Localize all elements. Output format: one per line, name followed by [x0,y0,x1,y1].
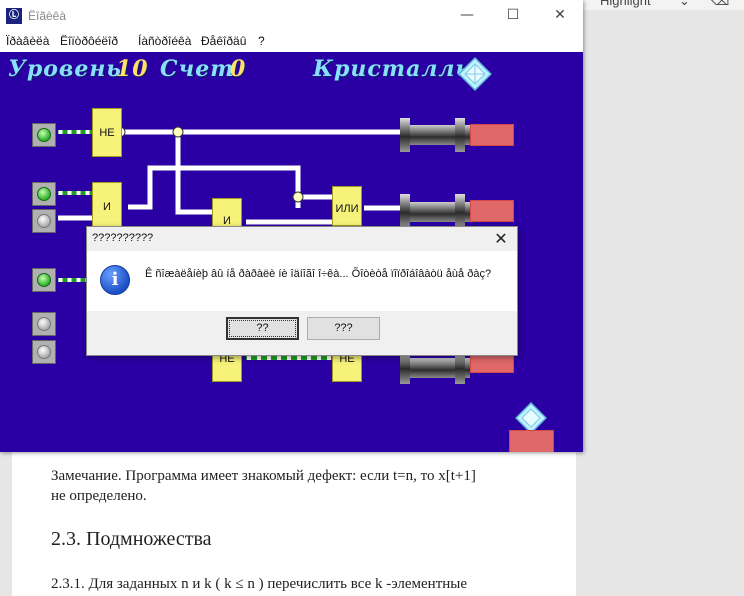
piston-cap-2a [400,194,410,228]
gate-or-1[interactable]: ИЛИ [332,186,362,226]
crystal-icon [458,57,492,91]
target-block-1 [470,124,514,146]
background-toolbar: Highlight ⌄ ⌫ [583,0,744,10]
message-dialog: ?????????? ✕ i Ê ñîæàëåíèþ âû íå ðàðàëè … [86,226,518,356]
no-button[interactable]: ??? [307,317,380,340]
target-block-2 [470,200,514,222]
eraser-icon[interactable]: ⌫ [711,0,729,9]
piston-cap-2b [455,194,465,228]
input-lamp-1[interactable] [32,123,56,147]
info-icon: i [100,265,130,295]
input-lamp-3[interactable] [32,209,56,233]
dialog-close-icon[interactable]: ✕ [491,229,511,249]
note-line-1: Замечание. Программа имеет знакомый дефе… [51,468,476,484]
dialog-message: Ê ñîæàëåíèþ âû íå ðàðàëè íè îäíîãî î÷êà.… [145,268,492,280]
document-page: Замечание. Программа имеет знакомый дефе… [12,450,576,596]
yes-button[interactable]: ?? [226,317,299,340]
input-lamp-4[interactable] [32,268,56,292]
note-line-2: не определено. [51,488,147,504]
menu-item-2[interactable]: Ëîïòðôéëîð [60,34,118,48]
minimize-button[interactable]: — [444,0,490,31]
menu-item-rules[interactable]: Ïðàâèëà [6,34,49,48]
input-lamp-2[interactable] [32,182,56,206]
input-lamp-5[interactable] [32,312,56,336]
maximize-button[interactable]: ☐ [490,0,536,31]
window-title: Ëîãèêà [28,9,67,23]
paragraph-start: 2.3.1. Для заданных n и k ( k ≤ n ) пере… [51,576,468,592]
title-bar[interactable]: Ⓛ Ëîãèêà — ☐ ✕ [0,0,583,31]
close-button[interactable]: ✕ [537,0,583,31]
menu-bar: Ïðàâèëà Ëîïòðôéëîð Íàñòðîéêà Ðåêîðäû ? [0,31,583,52]
section-heading: 2.3. Подмножества [51,528,212,550]
app-icon: Ⓛ [6,8,22,24]
menu-item-help[interactable]: ? [258,34,265,48]
input-lamp-6[interactable] [32,340,56,364]
menu-item-records[interactable]: Ðåêîðäû [201,34,246,48]
piston-cap-1b [455,118,465,152]
piston-cap-1a [400,118,410,152]
menu-item-settings[interactable]: Íàñòðîéêà [138,34,191,48]
dialog-title: ?????????? [92,232,154,244]
gate-not-1[interactable]: НЕ [92,108,122,157]
gate-and-1[interactable]: И [92,182,122,230]
chevron-down-icon[interactable]: ⌄ [679,0,690,9]
dialog-body: i Ê ñîæàëåíèþ âû íå ðàðàëè íè îäíîãî î÷ê… [87,251,517,311]
highlight-label[interactable]: Highlight [600,0,651,8]
crystal-target-block [509,430,554,452]
